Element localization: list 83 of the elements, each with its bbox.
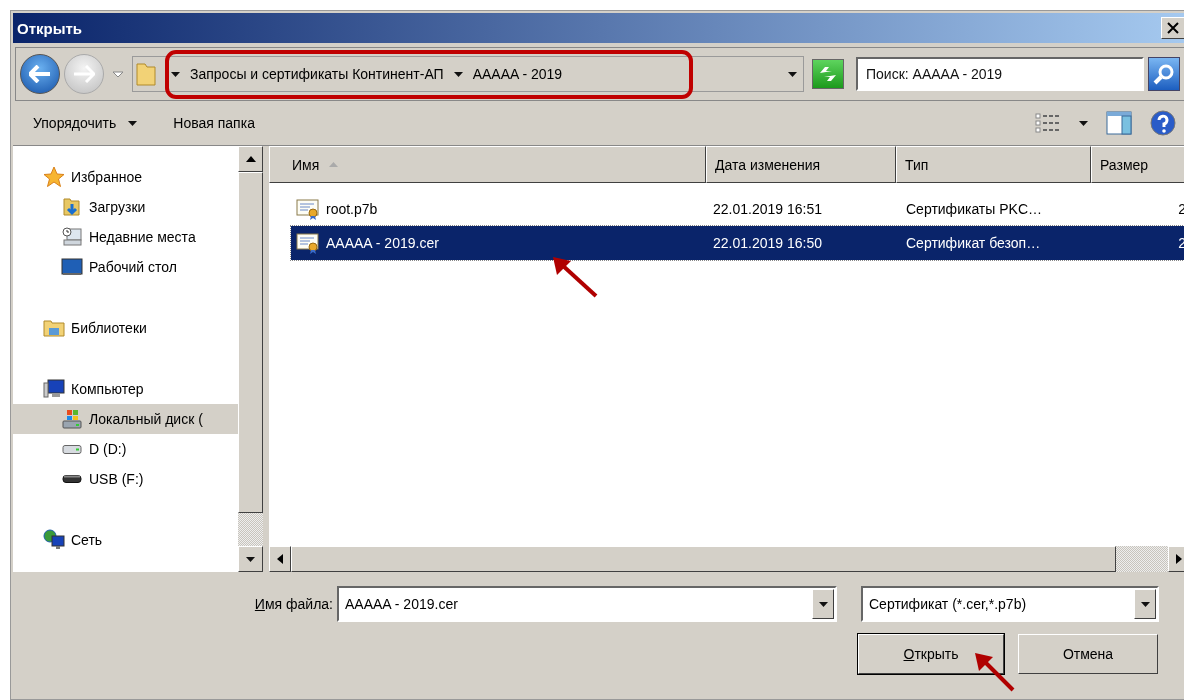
file-name-field[interactable]: AAAAA - 2019.cer	[337, 586, 837, 622]
sidebar-item[interactable]: Избранное	[13, 162, 238, 192]
field-label: Имя файла:	[254, 596, 333, 612]
preview-pane-icon	[1106, 111, 1132, 135]
sidebar-item[interactable]: Рабочий стол	[13, 252, 238, 282]
sidebar-item[interactable]: Недавние места	[13, 222, 238, 252]
scroll-right-button[interactable]	[1168, 546, 1184, 572]
preview-pane-button[interactable]	[1106, 111, 1132, 135]
sidebar-item[interactable]: Сеть	[13, 525, 238, 555]
breadcrumb[interactable]: AAAAA - 2019	[470, 66, 565, 82]
dropdown-icon	[788, 71, 797, 77]
table-cell-text: Сертификат безоп…	[905, 235, 1042, 251]
sidebar-item[interactable]: Компьютер	[13, 374, 238, 404]
toolbar-button[interactable]: Новая папка	[169, 113, 259, 133]
chevron-icon	[453, 71, 463, 77]
table-cell-text: Сертификаты PKC…	[905, 201, 1043, 217]
view-options-button[interactable]	[1035, 112, 1061, 134]
chevron-icon	[171, 71, 180, 77]
caret-icon	[1079, 120, 1088, 126]
caret-icon	[128, 120, 138, 126]
annotation-arrow	[975, 653, 1015, 692]
sidebar-item[interactable]: Локальный диск (	[13, 404, 238, 434]
library-folder-icon	[43, 317, 65, 339]
scrollbar[interactable]	[238, 146, 263, 572]
scroll-down-button[interactable]	[238, 546, 263, 572]
column-header[interactable]: Дата изменения	[706, 146, 896, 183]
sidebar-item[interactable]: USB (F:)	[13, 464, 238, 494]
recent-places-icon	[61, 226, 83, 248]
desktop-icon	[61, 256, 83, 278]
network-icon	[43, 529, 65, 551]
toolbar-button[interactable]: Упорядочить	[29, 113, 142, 133]
table-cell-text: 22.01.2019 16:51	[712, 201, 823, 217]
sidebar-item[interactable]: Библиотеки	[13, 313, 238, 343]
annotation-arrow	[553, 257, 598, 298]
caret-icon	[246, 556, 255, 562]
folder-download-icon	[61, 196, 83, 218]
breadcrumb[interactable]: Запросы и сертификаты Континент-АП	[188, 66, 446, 82]
star-icon	[43, 166, 65, 188]
caret-icon	[112, 70, 124, 78]
view-dropdown[interactable]	[1079, 120, 1088, 126]
help-button[interactable]	[1150, 110, 1176, 136]
caret-icon	[1176, 554, 1182, 564]
file-name: AAAAA - 2019.cer	[326, 235, 439, 251]
caret-icon	[1140, 601, 1150, 607]
caret-icon	[277, 554, 283, 564]
scroll-up-button[interactable]	[238, 146, 263, 172]
computer-icon	[43, 378, 65, 400]
system-drive-icon	[61, 408, 83, 430]
drive-icon	[61, 444, 83, 454]
back-button[interactable]	[20, 54, 60, 94]
search-field[interactable]: Поиск: AAAAA - 2019	[856, 57, 1144, 91]
back-arrow-icon	[29, 65, 51, 83]
certificate-icon	[296, 198, 320, 220]
search-button[interactable]	[1148, 57, 1180, 91]
file-type-dropdown[interactable]: Сертификат (*.cer,*.p7b)	[861, 586, 1159, 622]
dropdown-button[interactable]	[812, 589, 834, 619]
address-bar[interactable]: Запросы и сертификаты Континент-АП AAAAA - 2019	[132, 56, 804, 92]
window-title: Открыть	[17, 19, 83, 37]
sidebar-item[interactable]: D (D:)	[13, 434, 238, 464]
refresh-icon	[817, 64, 839, 84]
close-button[interactable]	[1161, 17, 1184, 39]
caret-icon	[245, 156, 256, 162]
column-header[interactable]: Размер	[1091, 146, 1184, 183]
scroll-left-button[interactable]	[269, 546, 291, 572]
table-cell-text: 22.01.2019 16:50	[712, 235, 823, 251]
drive-icon	[61, 475, 83, 483]
certificate-icon	[296, 232, 320, 254]
search-icon	[1153, 63, 1175, 85]
refresh-button[interactable]	[812, 59, 844, 89]
folder-icon	[135, 61, 157, 87]
sidebar-item[interactable]: Загрузки	[13, 192, 238, 222]
close-icon	[1167, 22, 1179, 34]
open-button[interactable]: Открыть	[858, 634, 1004, 674]
help-icon	[1150, 110, 1176, 136]
cancel-button[interactable]: Отмена	[1018, 634, 1158, 674]
file-name: root.p7b	[326, 201, 378, 217]
caret-icon	[818, 601, 828, 607]
details-view-icon	[1035, 112, 1061, 134]
dropdown-button[interactable]	[1134, 589, 1156, 619]
column-header[interactable]: Тип	[896, 146, 1091, 183]
column-header[interactable]: Имя	[269, 146, 706, 183]
scroll-thumb[interactable]	[238, 172, 263, 513]
forward-arrow-icon	[73, 65, 95, 83]
